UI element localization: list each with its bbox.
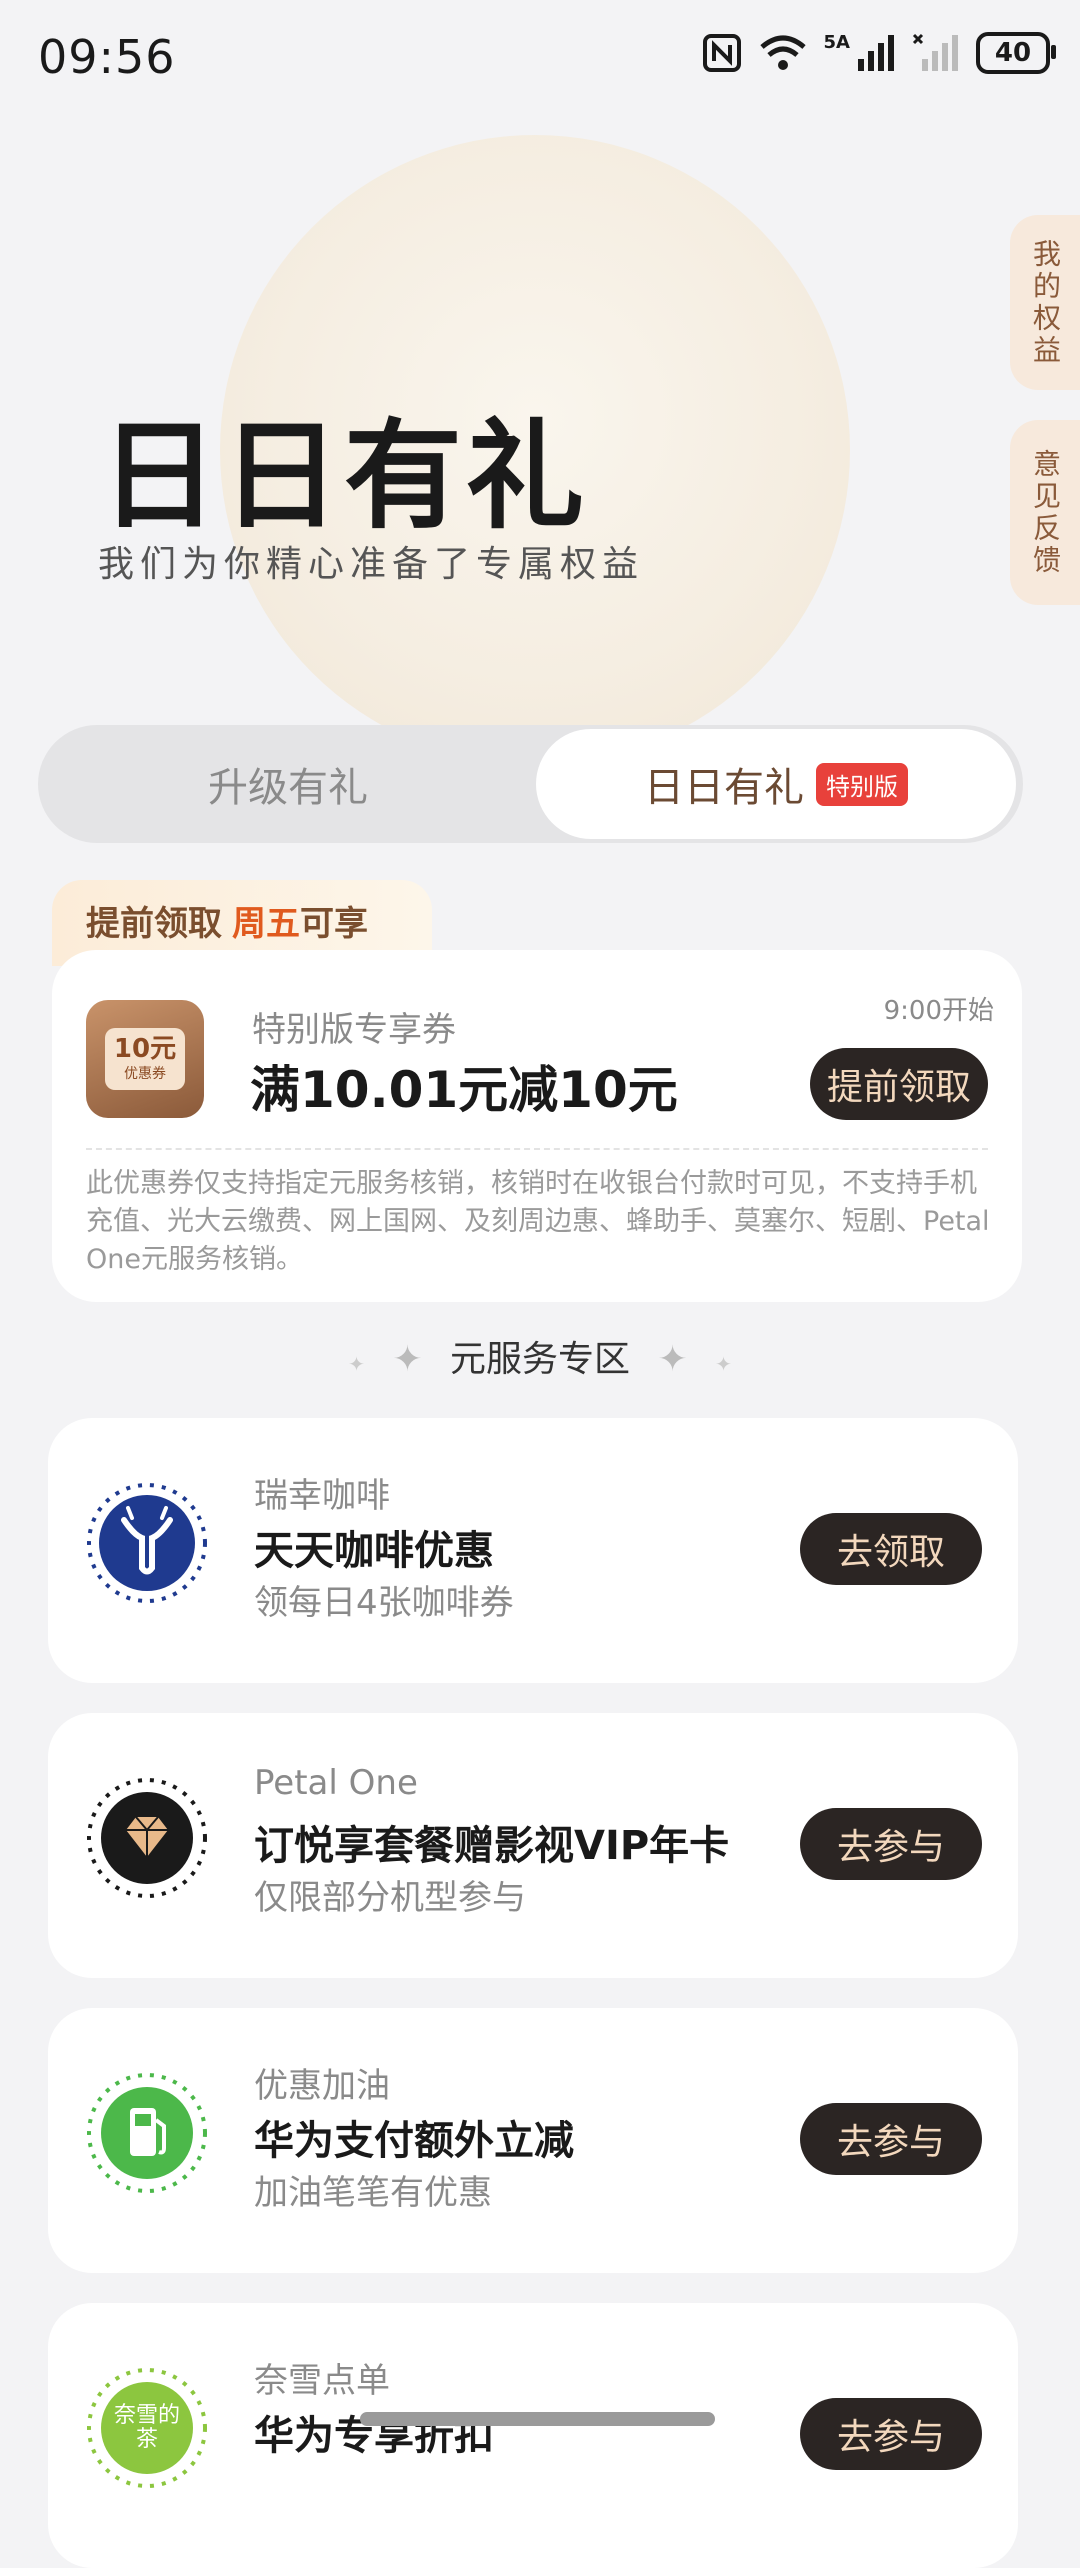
signal-icon [858,35,894,71]
sparkle-small-icon: ✦ [715,1352,732,1376]
service-card-luckin[interactable]: 瑞幸咖啡 天天咖啡优惠 领每日4张咖啡券 去领取 [48,1418,1018,1683]
service-brand: Petal One [254,1763,418,1803]
coupon-start-time: 9:00开始 [883,996,994,1026]
sparkle-icon: ✦ [392,1339,423,1380]
join-button[interactable]: 去参与 [800,2103,982,2175]
coupon-divider [86,1148,988,1150]
section-header: ✦ ✦ 元服务专区 ✦ ✦ [0,1330,1080,1382]
tab-daily[interactable]: 日日有礼 特别版 [536,729,1016,839]
luckin-deer-icon [84,1480,210,1606]
service-title: 订悦享套餐赠影视VIP年卡 [254,1823,730,1869]
special-edition-badge: 特别版 [816,762,908,806]
section-title: 元服务专区 [449,1339,630,1380]
my-benefits-tab[interactable]: 我的权益 [1010,215,1080,390]
page-title: 日日有礼 [100,407,589,545]
service-desc: 加油笔笔有优惠 [254,2173,492,2213]
signal-off-icon [912,33,958,71]
early-tag-suffix: 可享 [300,904,368,944]
status-time: 09:56 [38,30,176,84]
page-subtitle: 我们为你精心准备了专属权益 [98,544,645,585]
status-icons: 5A 40 [702,32,1056,74]
service-card-fuel[interactable]: 优惠加油 华为支付额外立减 加油笔笔有优惠 去参与 [48,2008,1018,2273]
coupon-card: 10元 优惠券 特别版专享券 满10.01元减10元 9:00开始 提前领取 此… [52,950,1022,1302]
service-desc: 领每日4张咖啡券 [254,1583,514,1623]
tab-switcher: 升级有礼 日日有礼 特别版 [38,725,1023,843]
early-tag-day: 周五 [232,904,300,944]
service-card-petal-one[interactable]: Petal One 订悦享套餐赠影视VIP年卡 仅限部分机型参与 去参与 [48,1713,1018,1978]
service-card-nayuki[interactable]: 奈雪的茶 奈雪点单 华为专享折扣 去参与 [48,2303,1018,2568]
fuel-pump-icon [84,2070,210,2196]
service-brand: 优惠加油 [254,2066,390,2106]
battery-level: 40 [994,38,1032,68]
service-title: 华为支付额外立减 [254,2118,574,2164]
coupon-title: 满10.01元减10元 [250,1061,678,1119]
service-brand: 瑞幸咖啡 [254,1476,390,1516]
tab-upgrade-label: 升级有礼 [208,765,368,811]
wifi-icon [759,35,806,70]
service-desc: 仅限部分机型参与 [254,1878,526,1918]
tab-upgrade[interactable]: 升级有礼 [38,725,538,843]
join-button[interactable]: 去参与 [800,1808,982,1880]
diamond-icon [84,1775,210,1901]
coupon-description: 此优惠券仅支持指定元服务核销，核销时在收银台付款时可见，不支持手机充值、光大云缴… [86,1168,990,1275]
claim-early-button[interactable]: 提前领取 [810,1048,988,1120]
join-button[interactable]: 去参与 [800,2398,982,2470]
battery-icon: 40 [976,32,1056,74]
tab-daily-label: 日日有礼 [644,765,804,811]
home-indicator[interactable] [360,2412,715,2426]
sparkle-icon: ✦ [657,1339,688,1380]
coupon-icon-value: 10元 [113,1034,177,1064]
status-bar: 09:56 5A 40 [0,0,1080,110]
service-brand: 奈雪点单 [254,2361,390,2401]
coupon-ticket-icon: 10元 优惠券 [86,1000,204,1118]
network-label: 5A [823,32,850,53]
service-title: 天天咖啡优惠 [254,1528,494,1574]
sparkle-small-icon: ✦ [348,1352,365,1376]
nayuki-icon: 奈雪的茶 [84,2365,210,2491]
claim-button[interactable]: 去领取 [800,1513,982,1585]
coupon-subtitle: 特别版专享券 [252,1010,456,1050]
nfc-icon [702,34,741,72]
feedback-tab[interactable]: 意见反馈 [1010,420,1080,605]
coupon-icon-caption: 优惠券 [124,1066,166,1082]
nayuki-icon-text: 奈雪的茶 [113,2403,180,2452]
early-tag-prefix: 提前领取 [86,904,222,944]
